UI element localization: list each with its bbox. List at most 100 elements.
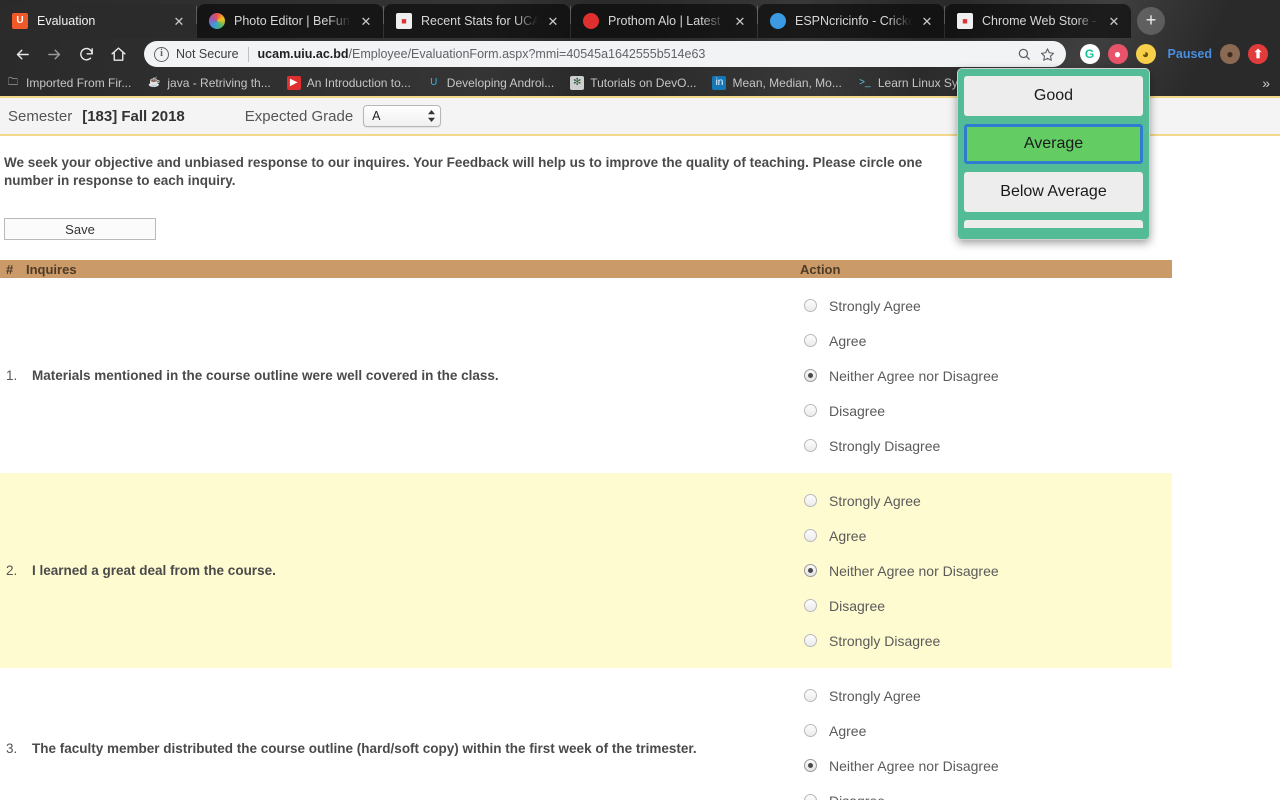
radio-option[interactable]: Strongly Agree bbox=[800, 678, 1172, 713]
radio-option-label: Strongly Disagree bbox=[829, 632, 941, 649]
info-icon[interactable]: i bbox=[154, 46, 169, 62]
radio-button-icon[interactable] bbox=[804, 369, 817, 382]
radio-button-icon[interactable] bbox=[804, 494, 817, 507]
dropdown-option-partial[interactable] bbox=[964, 220, 1143, 228]
browser-tab[interactable]: ESPNcricinfo - Cricket Live S ✕ bbox=[758, 4, 944, 38]
column-header-inquires: Inquires bbox=[26, 261, 77, 277]
bookmarks-overflow-button[interactable]: » bbox=[1262, 75, 1274, 91]
radio-button-icon[interactable] bbox=[804, 599, 817, 612]
bookmark-item[interactable]: U Developing Androi... bbox=[427, 76, 554, 90]
chromestore-icon: ■ bbox=[396, 13, 412, 29]
tab-strip: UEvaluation✕Photo Editor | BeFunky: Free… bbox=[0, 0, 1280, 38]
profile-avatar-icon[interactable]: ● bbox=[1220, 44, 1240, 64]
forward-button[interactable] bbox=[40, 40, 68, 68]
back-button[interactable] bbox=[8, 40, 36, 68]
bookmark-label: An Introduction to... bbox=[306, 76, 411, 90]
close-icon[interactable]: ✕ bbox=[731, 12, 749, 30]
url-host: ucam.uiu.ac.bd bbox=[257, 47, 349, 61]
radio-button-icon[interactable] bbox=[804, 439, 817, 452]
search-icon[interactable] bbox=[1012, 42, 1036, 66]
address-bar[interactable]: i Not Secure ucam.uiu.ac.bd/Employee/Eva… bbox=[144, 41, 1066, 67]
radio-button-icon[interactable] bbox=[804, 689, 817, 702]
browser-tab[interactable]: U Evaluation ✕ bbox=[0, 4, 196, 38]
browser-tab[interactable]: ■ Recent Stats for UCAM Cour ✕ bbox=[384, 4, 570, 38]
radio-button-icon[interactable] bbox=[804, 759, 817, 772]
bookmark-item[interactable]: ☕ java - Retriving th... bbox=[147, 76, 271, 90]
folder-icon: 🗀 bbox=[8, 77, 18, 88]
browser-tab[interactable]: ■ Chrome Web Store - ucam ✕ bbox=[945, 4, 1131, 38]
bookmark-item[interactable]: in Mean, Median, Mo... bbox=[712, 76, 842, 90]
bookmark-label: Tutorials on DevO... bbox=[590, 76, 697, 90]
radio-option[interactable]: Disagree bbox=[800, 588, 1172, 623]
emoji-glasses-icon[interactable]: ◕ bbox=[1135, 44, 1156, 64]
expected-grade-select[interactable]: A bbox=[363, 105, 442, 127]
instructions-text: We seek your objective and unbiased resp… bbox=[4, 155, 923, 188]
radio-button-icon[interactable] bbox=[804, 634, 817, 647]
expected-grade-dropdown-popup[interactable]: Good Average Below Average bbox=[957, 68, 1150, 240]
close-icon[interactable]: ✕ bbox=[544, 12, 562, 30]
radio-option-label: Disagree bbox=[829, 793, 885, 800]
radio-option[interactable]: Neither Agree nor Disagree bbox=[800, 748, 1172, 783]
grammarly-icon[interactable]: G bbox=[1079, 44, 1100, 64]
expected-grade-value: A bbox=[372, 109, 381, 123]
expected-grade-label: Expected Grade bbox=[244, 107, 354, 125]
radio-option[interactable]: Agree bbox=[800, 323, 1172, 358]
radio-button-icon[interactable] bbox=[804, 529, 817, 542]
upload-extension-icon[interactable]: ⬆ bbox=[1248, 44, 1268, 64]
inquiry-text: Materials mentioned in the course outlin… bbox=[32, 368, 499, 383]
youtube-icon: ▶ bbox=[286, 76, 301, 90]
bookmark-item[interactable]: ✻ Tutorials on DevO... bbox=[570, 76, 696, 90]
close-icon[interactable]: ✕ bbox=[170, 12, 188, 30]
sync-paused-label[interactable]: Paused bbox=[1168, 47, 1212, 61]
star-icon[interactable] bbox=[1036, 42, 1060, 66]
table-row: 1. Materials mentioned in the course outl… bbox=[0, 278, 1172, 473]
dropdown-option[interactable]: Below Average bbox=[964, 172, 1143, 212]
radio-option[interactable]: Strongly Disagree bbox=[800, 428, 1172, 463]
radio-button-icon[interactable] bbox=[804, 724, 817, 737]
radio-option[interactable]: Disagree bbox=[800, 393, 1172, 428]
radio-option-label: Strongly Disagree bbox=[829, 437, 941, 454]
radio-button-icon[interactable] bbox=[804, 334, 817, 347]
browser-tab[interactable]: Prothom Alo | Latest online ✕ bbox=[571, 4, 757, 38]
radio-button-icon[interactable] bbox=[804, 404, 817, 417]
tab-title: ESPNcricinfo - Cricket Live S bbox=[795, 14, 912, 28]
radio-option[interactable]: Strongly Agree bbox=[800, 483, 1172, 518]
tab-title: Prothom Alo | Latest online bbox=[608, 14, 725, 28]
bookmark-item[interactable]: ▶ An Introduction to... bbox=[286, 76, 411, 90]
reload-button[interactable] bbox=[72, 40, 100, 68]
dropdown-option[interactable]: Good bbox=[964, 76, 1143, 116]
adblock-shield-icon[interactable]: ● bbox=[1107, 44, 1128, 64]
dropdown-option[interactable]: Average bbox=[964, 124, 1143, 164]
radio-button-icon[interactable] bbox=[804, 564, 817, 577]
linkedin-icon: in bbox=[712, 76, 727, 90]
action-cell: Strongly Agree Agree Neither Agree nor Dis… bbox=[800, 278, 1172, 473]
inquiry-text: The faculty member distributed the cours… bbox=[32, 740, 697, 756]
radio-option[interactable]: Strongly Disagree bbox=[800, 623, 1172, 658]
browser-tab[interactable]: Photo Editor | BeFunky: Free ✕ bbox=[197, 4, 383, 38]
stepper-arrows-icon[interactable] bbox=[426, 109, 436, 123]
radio-option[interactable]: Neither Agree nor Disagree bbox=[800, 553, 1172, 588]
close-icon[interactable]: ✕ bbox=[357, 12, 375, 30]
tab-title: Recent Stats for UCAM Cour bbox=[421, 14, 538, 28]
radio-option[interactable]: Disagree bbox=[800, 783, 1172, 800]
radio-option[interactable]: Agree bbox=[800, 713, 1172, 748]
inquiry-number: 2. bbox=[6, 563, 18, 578]
radio-option[interactable]: Strongly Agree bbox=[800, 288, 1172, 323]
inquiries-table-header: # Inquires Action bbox=[0, 260, 1172, 278]
profile-tray: ● ⬆ bbox=[1212, 44, 1268, 64]
new-tab-button[interactable]: + bbox=[1137, 7, 1165, 35]
close-icon[interactable]: ✕ bbox=[918, 12, 936, 30]
radio-button-icon[interactable] bbox=[804, 299, 817, 312]
radio-option[interactable]: Agree bbox=[800, 518, 1172, 553]
close-icon[interactable]: ✕ bbox=[1105, 12, 1123, 30]
security-status-text: Not Secure bbox=[176, 47, 239, 61]
home-button[interactable] bbox=[104, 40, 132, 68]
bookmark-item[interactable]: 🗀 Imported From Fir... bbox=[6, 76, 131, 90]
action-cell: Strongly Agree Agree Neither Agree nor Dis… bbox=[800, 473, 1172, 668]
semester-value: [183] Fall 2018 bbox=[82, 107, 185, 125]
tutorial-icon: ✻ bbox=[570, 76, 585, 90]
save-button[interactable]: Save bbox=[4, 218, 156, 240]
radio-button-icon[interactable] bbox=[804, 794, 817, 800]
radio-option[interactable]: Neither Agree nor Disagree bbox=[800, 358, 1172, 393]
radio-option-label: Disagree bbox=[829, 402, 886, 419]
